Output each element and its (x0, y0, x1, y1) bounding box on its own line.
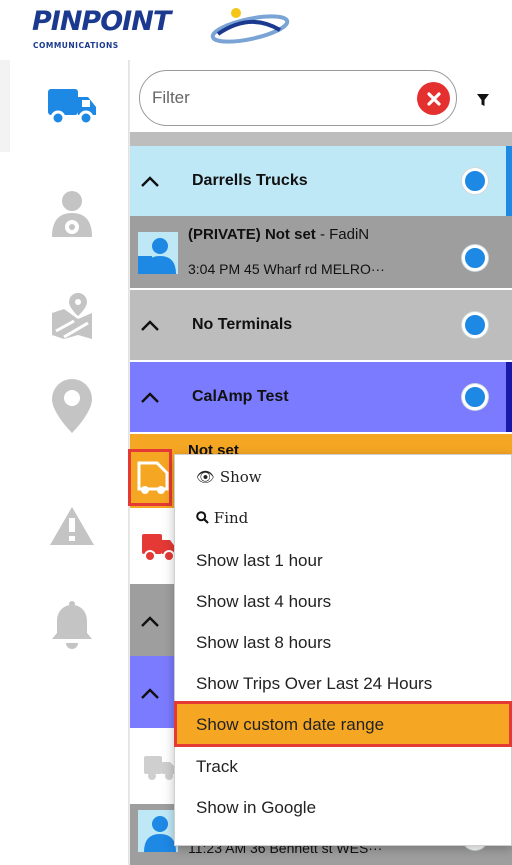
menu-item-show-last-8-hours[interactable]: Show last 8 hours (175, 622, 512, 663)
group-title: No Terminals (192, 316, 293, 333)
filter-box (139, 70, 457, 126)
clear-filter-button[interactable] (417, 82, 450, 115)
group-title: Darrells Trucks (192, 172, 308, 189)
highlight-vehicle-icon (128, 449, 172, 506)
chevron-up-icon[interactable] (138, 610, 162, 632)
highlight-custom-date-range (174, 701, 512, 747)
vehicle-title: (PRIVATE) Not set - FadiN (188, 226, 369, 243)
group-accent-bar (506, 362, 512, 432)
swoosh-logo-icon (210, 8, 290, 44)
brand-logo: PINPOINT COMMUNICATIONS (32, 4, 332, 60)
chevron-up-icon[interactable] (138, 314, 162, 336)
driver-avatar-icon (138, 810, 178, 852)
group-header-darrells-trucks[interactable]: Darrells Trucks (130, 146, 512, 216)
list-top-divider (130, 132, 512, 146)
vehicle-row[interactable]: (PRIVATE) Not set - FadiN 3:04 PM 45 Wha… (130, 216, 512, 288)
menu-item-show-last-4-hours[interactable]: Show last 4 hours (175, 581, 512, 622)
menu-item-show-last-1-hour[interactable]: Show last 1 hour (175, 540, 512, 581)
group-accent-bar (506, 146, 512, 216)
brand-name: PINPOINT (32, 6, 171, 37)
menu-item-track[interactable]: Track (175, 746, 512, 787)
map-pin-icon (52, 293, 92, 339)
sidebar-item-places[interactable] (44, 288, 100, 344)
truck-icon (48, 89, 96, 126)
sidebar-item-drivers[interactable] (44, 186, 100, 242)
vehicle-context-menu: 👁︎ Show Find Show last 1 hour Show last … (174, 454, 512, 846)
bell-icon (52, 601, 92, 649)
vehicle-visibility-radio[interactable] (462, 245, 488, 271)
truck-icon (142, 534, 176, 562)
sidebar-item-alerts[interactable] (44, 498, 100, 554)
page-edge-shade (0, 60, 10, 152)
search-icon (196, 511, 209, 524)
location-pin-icon (52, 379, 92, 433)
close-icon (426, 91, 441, 106)
brand-tagline: COMMUNICATIONS (33, 41, 119, 50)
driver-icon (52, 191, 92, 237)
truck-icon (144, 756, 176, 780)
group-header-calamp-test[interactable]: CalAmp Test (130, 362, 512, 432)
menu-item-show-trips-24-hours[interactable]: Show Trips Over Last 24 Hours (175, 663, 512, 704)
funnel-icon (477, 94, 489, 106)
vehicle-driver: FadiN (329, 226, 370, 243)
chevron-up-icon[interactable] (138, 386, 162, 408)
sidebar-item-locations[interactable] (44, 378, 100, 434)
warning-icon (50, 507, 94, 545)
sidebar-nav (22, 60, 129, 865)
menu-item-show-in-google[interactable]: Show in Google (175, 787, 512, 828)
sidebar-item-vehicles[interactable] (44, 78, 100, 134)
chevron-up-icon[interactable] (138, 682, 162, 704)
title-separator: - (315, 226, 330, 243)
filter-input[interactable] (152, 81, 402, 115)
group-visibility-radio[interactable] (462, 384, 488, 410)
group-visibility-radio[interactable] (462, 312, 488, 338)
menu-item-find[interactable]: Find (175, 498, 512, 539)
driver-avatar-icon (138, 232, 178, 274)
filter-options-button[interactable] (463, 86, 503, 114)
chevron-up-icon[interactable] (138, 170, 162, 192)
group-title: CalAmp Test (192, 388, 289, 405)
group-header-no-terminals[interactable]: No Terminals (130, 290, 512, 360)
group-visibility-radio[interactable] (462, 168, 488, 194)
eye-icon: 👁︎ (196, 468, 216, 486)
sidebar-item-notifications[interactable] (44, 598, 100, 654)
vehicle-status: 3:04 PM 45 Wharf rd MELRO··· (188, 261, 385, 277)
menu-item-show[interactable]: 👁︎ Show (175, 457, 512, 498)
vehicle-name: (PRIVATE) Not set (188, 226, 316, 243)
